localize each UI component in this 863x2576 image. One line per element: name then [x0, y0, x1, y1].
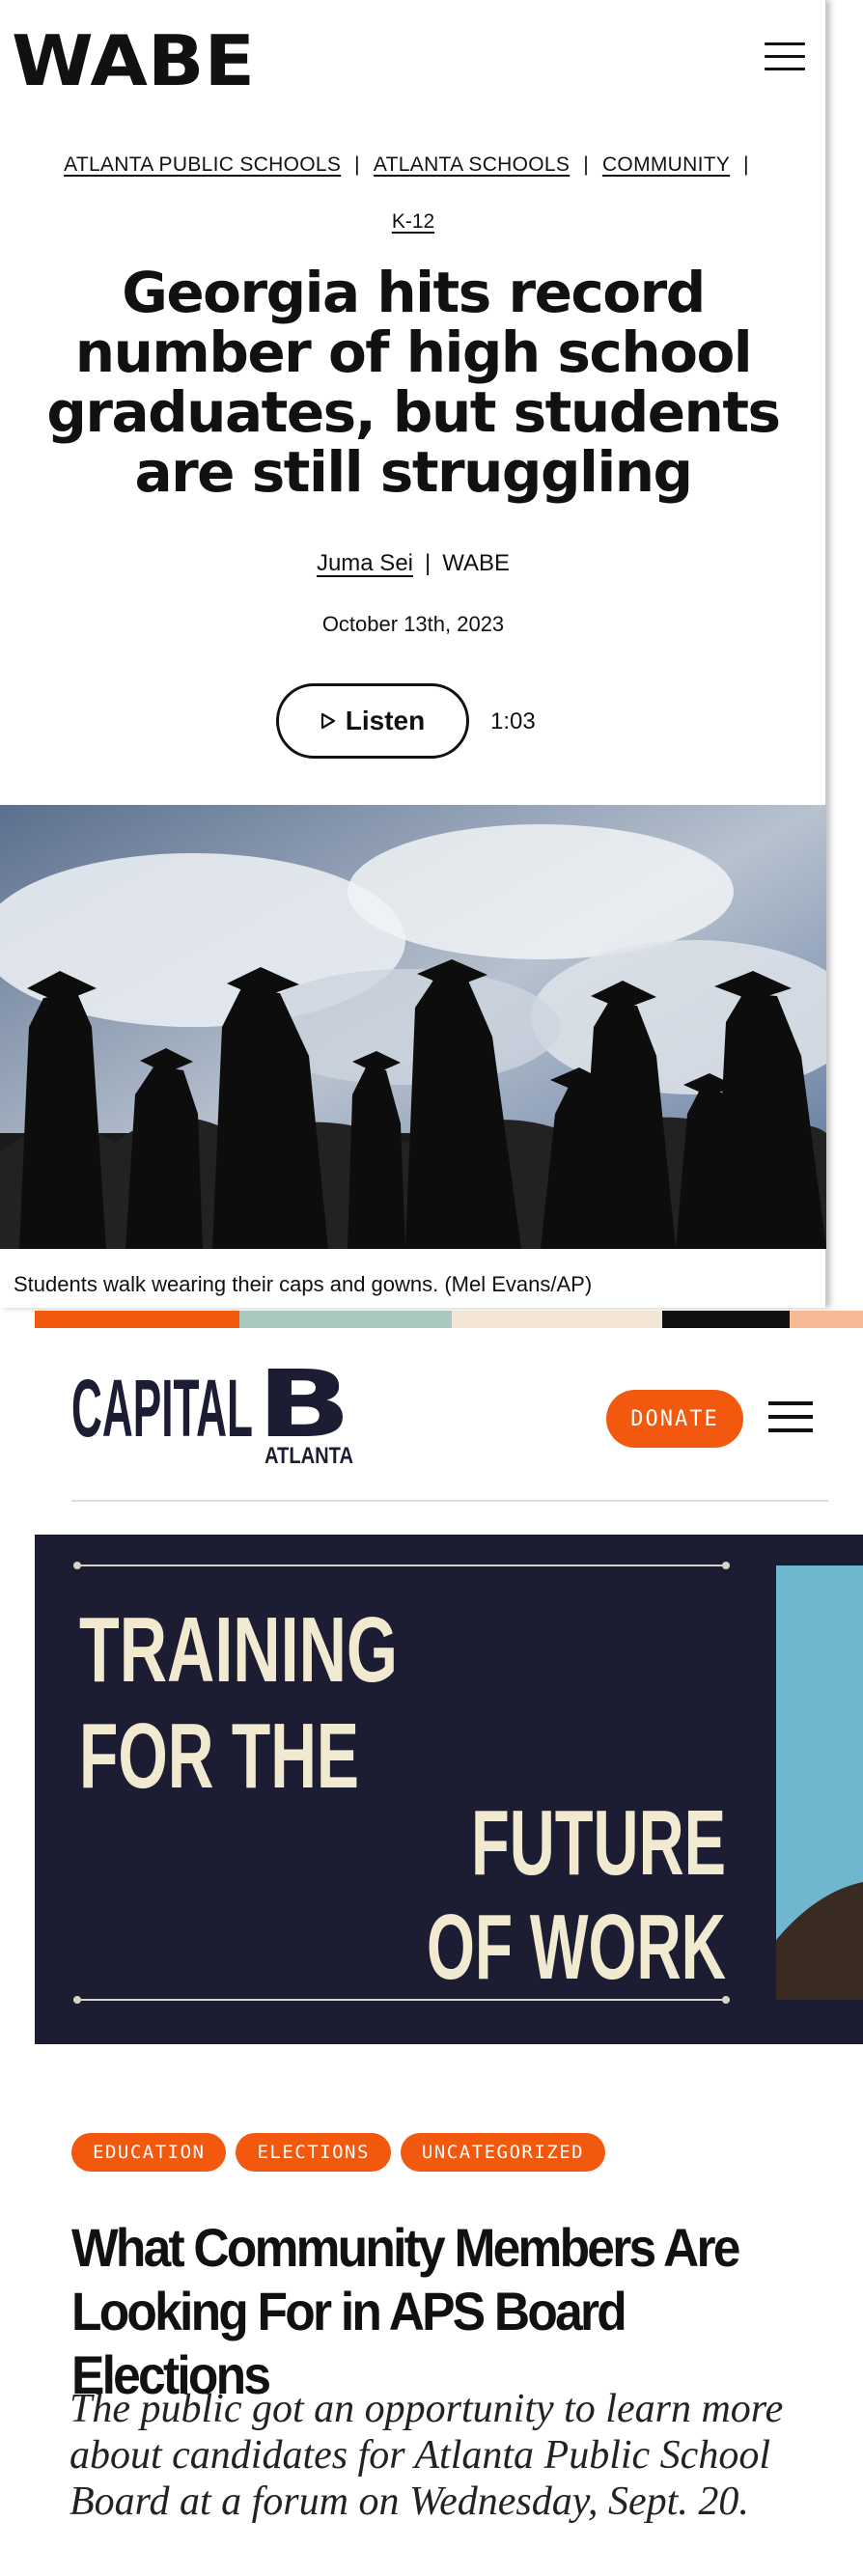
featured-image-training-future-of-work: TRAINING FOR THE FUTURE OF WORK: [35, 1535, 863, 2044]
breadcrumb-atlanta-schools[interactable]: ATLANTA SCHOOLS: [374, 153, 570, 176]
byline: Juma Sei | WABE: [0, 550, 826, 577]
breadcrumb-separator: |: [583, 153, 589, 176]
donate-button[interactable]: DONATE: [606, 1390, 743, 1448]
wabe-logo[interactable]: WABE: [12, 29, 258, 91]
outlet-name: WABE: [442, 550, 511, 576]
svg-text:FOR THE: FOR THE: [79, 1704, 359, 1808]
listen-label: Listen: [345, 706, 426, 735]
wabe-article-panel: WABE ATLANTA PUBLIC SCHOOLS | ATLANTA SCHO…: [0, 0, 826, 1308]
hero-image-graduates: [0, 805, 826, 1249]
breadcrumb-atlanta-public-schools[interactable]: ATLANTA PUBLIC SCHOOLS: [64, 153, 341, 176]
breadcrumb-separator: |: [354, 153, 360, 176]
article-title[interactable]: What Community Members Are Looking For i…: [71, 2216, 773, 2407]
breadcrumb-separator: |: [743, 153, 749, 176]
color-segment-sage: [239, 1311, 452, 1328]
hamburger-menu-icon[interactable]: [768, 1401, 813, 1436]
svg-text:CAPITAL: CAPITAL: [71, 1363, 253, 1454]
svg-text:ATLANTA: ATLANTA: [264, 1443, 353, 1469]
banner-graphic: TRAINING FOR THE FUTURE OF WORK: [35, 1535, 863, 2044]
svg-text:OF WORK: OF WORK: [427, 1896, 726, 1999]
tag-education[interactable]: EDUCATION: [71, 2133, 227, 2172]
byline-separator: |: [425, 550, 432, 576]
breadcrumb: ATLANTA PUBLIC SCHOOLS | ATLANTA SCHOOLS | C…: [0, 152, 826, 178]
wabe-logo-mark: WABE: [12, 29, 255, 91]
breadcrumb-community[interactable]: COMMUNITY: [602, 153, 730, 176]
color-segment-peach: [790, 1311, 863, 1328]
graduation-photo: [0, 805, 826, 1249]
svg-text:FUTURE: FUTURE: [471, 1791, 726, 1895]
hero-caption: Students walk wearing their caps and gow…: [14, 1272, 593, 1296]
wabe-header: WABE: [0, 0, 826, 125]
breadcrumb-k12[interactable]: K-12: [392, 210, 434, 233]
publish-date: October 13th, 2023: [321, 612, 505, 636]
color-segment-cream: [452, 1311, 662, 1328]
capital-b-atlanta-logo[interactable]: CAPITAL B ATLANTA: [71, 1361, 361, 1469]
brand-color-bar: [35, 1311, 863, 1328]
listen-button[interactable]: Listen: [276, 683, 469, 759]
svg-text:WABE: WABE: [12, 29, 255, 91]
play-icon: [320, 712, 335, 730]
author-link[interactable]: Juma Sei: [317, 550, 413, 576]
header-divider: [71, 1500, 828, 1502]
category-tags: EDUCATION ELECTIONS UNCATEGORIZED: [71, 2133, 606, 2172]
audio-duration: 1:03: [490, 708, 536, 734]
tag-elections[interactable]: ELECTIONS: [236, 2133, 391, 2172]
tag-uncategorized[interactable]: UNCATEGORIZED: [400, 2133, 606, 2172]
capital-b-logo-mark: CAPITAL B ATLANTA: [71, 1361, 353, 1469]
article-dek: The public got an opportunity to learn m…: [70, 2387, 784, 2524]
article-headline: Georgia hits record number of high schoo…: [46, 260, 781, 505]
color-segment-orange: [35, 1311, 239, 1328]
breadcrumb-row-2: K-12: [0, 210, 826, 234]
svg-text:TRAINING: TRAINING: [79, 1598, 398, 1702]
color-segment-black: [662, 1311, 790, 1328]
hamburger-menu-icon[interactable]: [765, 42, 805, 77]
